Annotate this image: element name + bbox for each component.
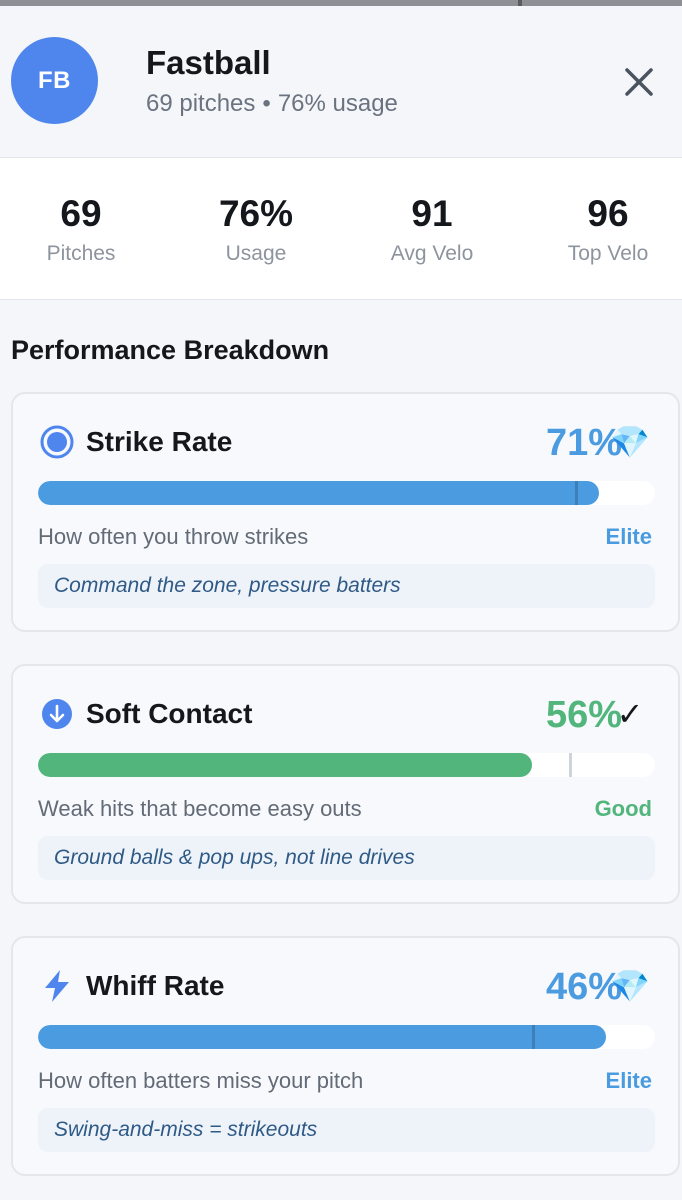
pitch-summary: 69 pitches • 76% usage <box>146 90 398 118</box>
stat-label: Avg Velo <box>390 242 474 265</box>
stat-label: Usage <box>225 242 287 265</box>
stat-value: 76% <box>218 193 294 234</box>
target-circle-icon <box>40 425 74 459</box>
metric-tip: Ground balls & pop ups, not line drives <box>38 836 655 880</box>
metric-progress-bar <box>38 753 655 777</box>
stat-value: 96 <box>587 193 629 234</box>
metric-card-strike-rate: Strike Rate 71% 💎 How often you throw st… <box>11 392 680 632</box>
stat-value: 69 <box>60 193 102 234</box>
lightning-bolt-icon <box>45 970 69 1002</box>
avatar: FB <box>11 37 98 124</box>
progress-fill <box>38 753 532 777</box>
benchmark-marker <box>574 481 578 505</box>
pitch-header: FB Fastball 69 pitches • 76% usage <box>0 6 682 158</box>
metric-title: Whiff Rate <box>86 970 225 1001</box>
metric-progress-bar <box>38 481 655 505</box>
stat-label: Top Velo <box>567 242 649 265</box>
benchmark-marker <box>568 753 572 777</box>
metric-rating: Elite <box>605 1068 652 1093</box>
separator-dot: • <box>262 90 271 117</box>
benchmark-marker <box>531 1025 535 1049</box>
pitch-count: 69 pitches <box>146 90 256 117</box>
metric-tip: Command the zone, pressure batters <box>38 564 655 608</box>
stat-label: Pitches <box>46 242 116 265</box>
close-icon <box>625 68 653 96</box>
stats-row: 69 Pitches 76% Usage 91 Avg Velo 96 Top … <box>0 158 682 300</box>
metric-rating: Good <box>594 796 652 821</box>
diamond-icon: 💎 <box>610 968 650 1004</box>
progress-fill <box>38 1025 606 1049</box>
metric-rating: Elite <box>605 524 652 549</box>
metric-card-whiff-rate: Whiff Rate 46% 💎 How often batters miss … <box>11 936 680 1176</box>
stat-avg-velo: 91 Avg Velo <box>347 192 517 266</box>
metric-tip: Swing-and-miss = strikeouts <box>38 1108 655 1152</box>
metric-description: Weak hits that become easy outs <box>38 796 362 821</box>
metric-description: How often batters miss your pitch <box>38 1068 364 1093</box>
metric-title: Soft Contact <box>86 698 253 729</box>
checkmark-icon: ✓ <box>616 696 644 732</box>
diamond-icon: 💎 <box>610 424 650 460</box>
stat-pitches: 69 Pitches <box>0 192 166 266</box>
stat-top-velo: 96 Top Velo <box>523 192 682 266</box>
arrow-down-circle-icon <box>42 699 72 729</box>
metric-card-soft-contact: Soft Contact 56% ✓ Weak hits that become… <box>11 664 680 904</box>
usage-text: 76% usage <box>277 90 398 117</box>
stat-usage: 76% Usage <box>171 192 341 266</box>
metric-title: Strike Rate <box>86 426 233 457</box>
progress-fill <box>38 481 600 505</box>
stat-value: 91 <box>411 193 453 234</box>
pitch-name: Fastball <box>146 44 271 81</box>
metric-description: How often you throw strikes <box>38 524 309 549</box>
section-title: Performance Breakdown <box>11 335 330 365</box>
close-button[interactable] <box>618 61 660 103</box>
metric-progress-bar <box>38 1025 655 1049</box>
